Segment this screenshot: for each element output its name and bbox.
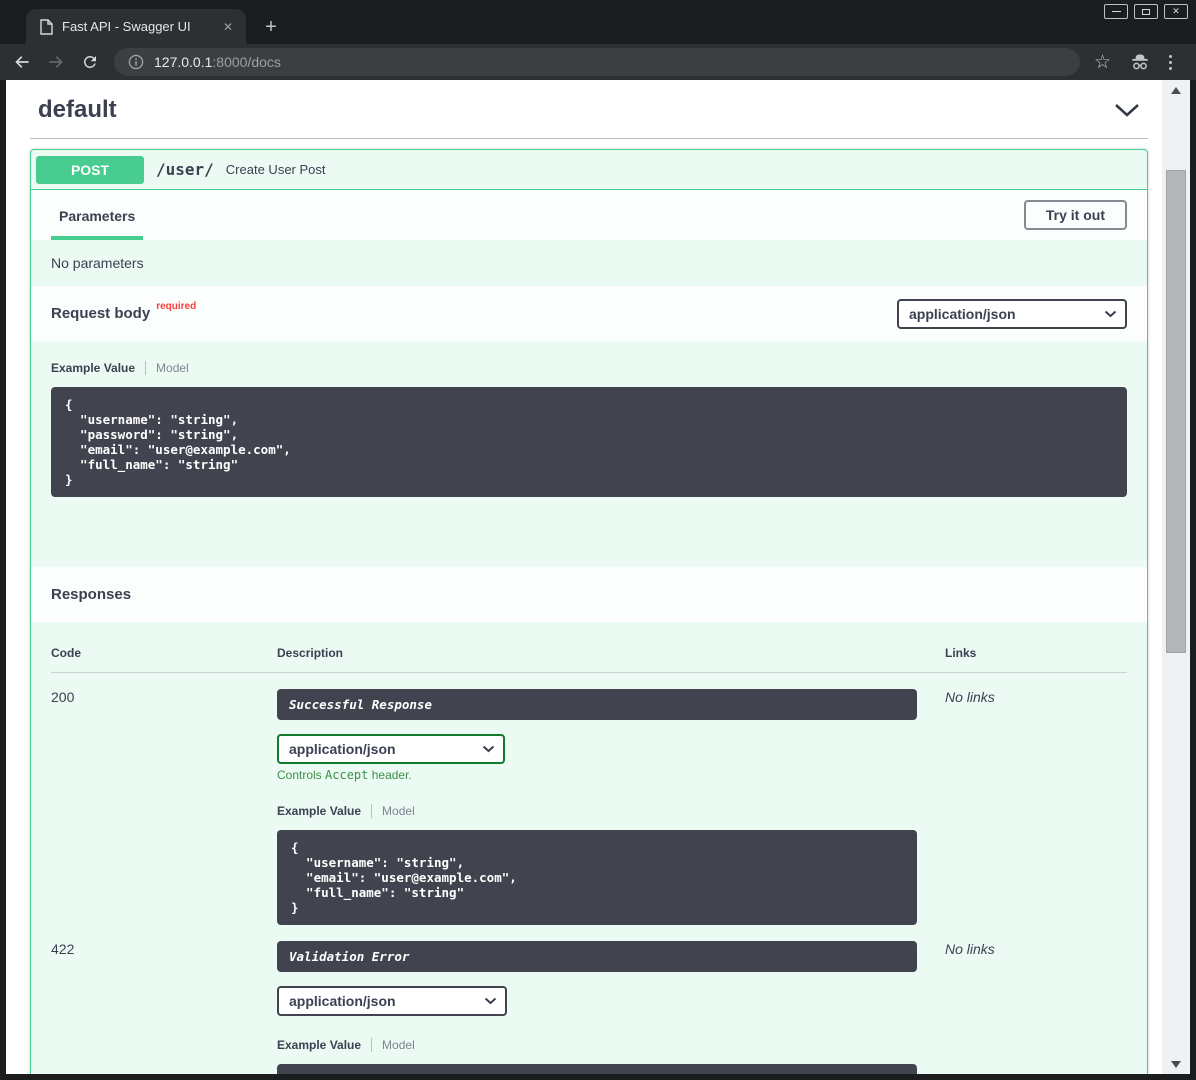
close-button[interactable]: ✕ — [1164, 4, 1188, 19]
column-code: Code — [51, 646, 277, 660]
scroll-down-icon[interactable] — [1162, 1056, 1190, 1072]
browser-toolbar: 127.0.0.1:8000/docs ☆ — [0, 44, 1196, 80]
tab-separator — [371, 1038, 372, 1052]
tab-bar: Fast API - Swagger UI ✕ + ✕ — [0, 0, 1196, 44]
response-422-description-cell: Validation Error application/json — [277, 941, 945, 1074]
tab-model[interactable]: Model — [382, 804, 415, 818]
url-text: 127.0.0.1:8000/docs — [154, 54, 281, 70]
response-200-description-cell: Successful Response application/json — [277, 689, 945, 925]
back-button[interactable] — [10, 50, 34, 74]
minimize-icon — [1112, 11, 1121, 12]
new-tab-button[interactable]: + — [258, 14, 284, 40]
scrollbar[interactable] — [1162, 80, 1190, 1074]
response-200-media-type-select[interactable]: application/json — [277, 734, 505, 764]
group-divider — [30, 138, 1148, 139]
responses-table: Code Description Links 200 Successful Re… — [31, 622, 1147, 1074]
controls-accept-note: Controls Accept header. — [277, 768, 945, 782]
response-description: Successful Response — [277, 689, 917, 720]
endpoint-path: /user/ — [156, 160, 214, 179]
browser-window: Fast API - Swagger UI ✕ + ✕ — [0, 0, 1196, 1080]
no-parameters-message: No parameters — [31, 240, 1147, 286]
column-description: Description — [277, 646, 945, 660]
request-example-code[interactable]: { "username": "string", "password": "str… — [51, 387, 1127, 497]
endpoint-summary[interactable]: POST /user/ Create User Post — [31, 150, 1147, 190]
bookmark-star-icon[interactable]: ☆ — [1094, 53, 1111, 72]
request-body-header: Request bodyrequired application/json — [31, 286, 1147, 341]
page-icon — [40, 19, 53, 35]
responses-table-head: Code Description Links — [51, 646, 1127, 673]
responses-header: Responses — [31, 567, 1147, 622]
tab-example-value[interactable]: Example Value — [277, 804, 361, 818]
window-controls: ✕ — [1104, 4, 1188, 19]
group-title: default — [38, 96, 117, 124]
maximize-button[interactable] — [1134, 4, 1158, 19]
tab-parameters[interactable]: Parameters — [51, 208, 143, 240]
close-icon: ✕ — [1172, 6, 1180, 17]
model-example-tabs: Example Value Model — [277, 804, 945, 818]
response-422-example-code[interactable]: { "detail": [ { — [277, 1064, 917, 1074]
response-row-200: 200 Successful Response application/json — [51, 673, 1127, 925]
response-200-example-code[interactable]: { "username": "string", "email": "user@e… — [277, 830, 917, 925]
model-example-tabs: Example Value Model — [277, 1038, 945, 1052]
request-body-example-section: Example Value Model { "username": "strin… — [31, 341, 1147, 567]
try-it-out-button[interactable]: Try it out — [1024, 200, 1127, 230]
request-body-title: Request bodyrequired — [51, 305, 196, 322]
site-info-icon[interactable] — [128, 54, 144, 70]
forward-button[interactable] — [44, 50, 68, 74]
http-method-badge[interactable]: POST — [36, 156, 144, 184]
scroll-up-icon[interactable] — [1162, 82, 1190, 98]
tab-model[interactable]: Model — [156, 361, 189, 375]
request-media-type-select[interactable]: application/json — [897, 299, 1127, 329]
response-422-media-type-select[interactable]: application/json — [277, 986, 507, 1016]
tab-example-value[interactable]: Example Value — [51, 361, 135, 375]
maximize-icon — [1142, 9, 1150, 15]
required-badge: required — [156, 301, 196, 312]
response-code: 200 — [51, 689, 277, 925]
url-bar[interactable]: 127.0.0.1:8000/docs — [114, 48, 1080, 76]
column-links: Links — [945, 646, 1127, 660]
api-group-header[interactable]: default — [30, 92, 1148, 124]
minimize-button[interactable] — [1104, 4, 1128, 19]
tab-close-icon[interactable]: ✕ — [220, 20, 236, 34]
tab-separator — [145, 361, 146, 375]
browser-menu-icon[interactable] — [1169, 55, 1172, 70]
responses-title: Responses — [51, 586, 131, 603]
endpoint-block: POST /user/ Create User Post Parameters … — [30, 149, 1148, 1074]
collapse-chevron-icon[interactable] — [1114, 103, 1140, 118]
browser-tab[interactable]: Fast API - Swagger UI ✕ — [26, 9, 246, 44]
reload-button[interactable] — [78, 50, 102, 74]
response-row-422: 422 Validation Error application/json — [51, 925, 1127, 1074]
tab-example-value[interactable]: Example Value — [277, 1038, 361, 1052]
incognito-icon — [1129, 53, 1151, 71]
response-links: No links — [945, 689, 1127, 925]
response-code: 422 — [51, 941, 277, 1074]
tab-separator — [371, 804, 372, 818]
tab-model[interactable]: Model — [382, 1038, 415, 1052]
model-example-tabs: Example Value Model — [51, 361, 1127, 375]
tab-title: Fast API - Swagger UI — [62, 19, 211, 34]
endpoint-description: Create User Post — [226, 162, 326, 177]
page-content: default POST /user/ Create User Post Par… — [6, 80, 1162, 1074]
scrollbar-thumb[interactable] — [1166, 170, 1186, 653]
response-links: No links — [945, 941, 1127, 1074]
toolbar-right-icons: ☆ — [1094, 53, 1172, 72]
parameters-header: Parameters Try it out — [31, 190, 1147, 240]
response-description: Validation Error — [277, 941, 917, 972]
